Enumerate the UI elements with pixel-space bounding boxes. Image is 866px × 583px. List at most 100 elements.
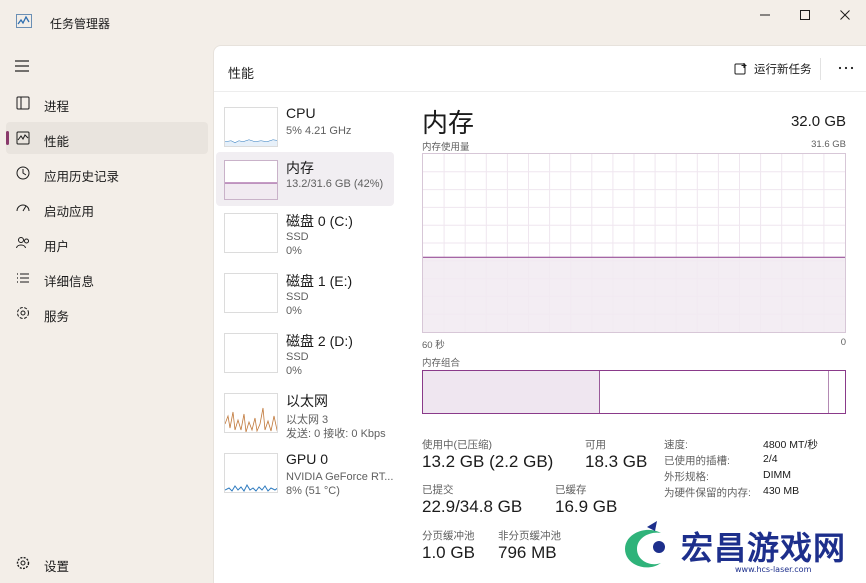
in-use-label: 使用中(已压缩)	[422, 439, 492, 451]
resource-name: 以太网	[286, 393, 328, 409]
usage-graph-label: 内存使用量	[422, 142, 470, 153]
performance-icon	[16, 131, 30, 145]
nav-item-startup[interactable]: 启动应用	[6, 192, 208, 224]
nav-item-processes[interactable]: 进程	[6, 87, 208, 119]
details-icon	[17, 273, 29, 283]
resource-item-memory[interactable]: 内存 13.2/31.6 GB (42%)	[216, 152, 394, 206]
spec-value-slots: 2/4	[763, 453, 778, 465]
window-title: 任务管理器	[50, 17, 111, 31]
composition-label: 内存组合	[422, 358, 461, 369]
resource-list: CPU 5% 4.21 GHz 内存 13.2/31.6 GB (42%) 磁盘…	[216, 93, 396, 583]
nav-label: 服务	[44, 310, 70, 324]
committed-value: 22.9/34.8 GB	[422, 497, 523, 516]
cached-label: 已缓存	[555, 484, 587, 496]
resource-name: 磁盘 2 (D:)	[286, 333, 353, 349]
resource-detail-2: 0%	[286, 245, 302, 257]
nonpaged-pool-value: 796 MB	[498, 543, 557, 562]
resource-detail: NVIDIA GeForce RT...	[286, 471, 394, 483]
main-panel: 性能 运行新任务 CPU 5% 4.21 GHz 内存 13.2/31.6 GB…	[213, 45, 866, 583]
run-task-icon	[734, 63, 747, 75]
nav-item-app-history[interactable]: 应用历史记录	[6, 157, 208, 189]
memory-detail-pane: 内存 32.0 GB 内存使用量 31.6 GB 60 秒 0 内存组合 使用中…	[410, 93, 866, 583]
disk-2-thumbnail-graph	[224, 333, 278, 373]
graph-time-left: 60 秒	[422, 340, 445, 351]
services-icon	[17, 307, 29, 319]
users-icon	[16, 237, 29, 249]
memory-usage-graph	[422, 153, 846, 333]
resource-detail-2: 8% (51 °C)	[286, 485, 340, 497]
resource-name: 磁盘 1 (E:)	[286, 273, 353, 289]
watermark-url: www.hcs-laser.com	[735, 565, 812, 574]
resource-detail-2: 0%	[286, 305, 302, 317]
resource-item-gpu-0[interactable]: GPU 0 NVIDIA GeForce RT... 8% (51 °C)	[216, 445, 394, 499]
resource-detail: 5% 4.21 GHz	[286, 125, 352, 137]
run-new-task-button[interactable]: 运行新任务	[734, 60, 812, 78]
header-divider	[820, 58, 821, 80]
resource-item-ethernet[interactable]: 以太网 以太网 3 发送: 0 接收: 0 Kbps	[216, 385, 394, 440]
spec-value-form-factor: DIMM	[763, 469, 791, 481]
nav-label: 用户	[44, 240, 70, 254]
minimize-icon	[760, 14, 770, 16]
close-icon	[840, 10, 850, 20]
task-manager-app-icon	[16, 14, 32, 28]
spec-value-hardware-reserved: 430 MB	[763, 485, 800, 497]
page-title: 性能	[228, 66, 255, 81]
resource-name: CPU	[286, 105, 316, 121]
startup-icon	[16, 204, 30, 212]
active-indicator	[6, 131, 9, 145]
nav-label: 应用历史记录	[44, 170, 120, 184]
resource-detail: SSD	[286, 351, 309, 363]
gpu-thumbnail-graph	[224, 453, 278, 493]
spec-value-speed: 4800 MT/秒	[763, 439, 818, 451]
nav-label: 启动应用	[44, 205, 95, 219]
processes-icon	[16, 96, 30, 110]
more-icon	[838, 66, 854, 70]
nav-label: 设置	[44, 560, 70, 574]
nav-label: 性能	[44, 135, 70, 149]
watermark: 宏昌游戏网 www.hcs-laser.com	[617, 519, 863, 579]
memory-composition-bar[interactable]	[422, 370, 846, 414]
composition-in-use	[423, 371, 601, 413]
usage-area	[423, 257, 845, 332]
available-value: 18.3 GB	[585, 452, 648, 471]
nav-item-settings[interactable]: 设置	[6, 547, 208, 579]
resource-item-disk-1[interactable]: 磁盘 1 (E:) SSD 0%	[216, 265, 394, 319]
composition-modified	[828, 371, 830, 413]
nav-item-services[interactable]: 服务	[6, 297, 208, 329]
spec-key-speed: 速度:	[664, 439, 688, 451]
resource-item-cpu[interactable]: CPU 5% 4.21 GHz	[216, 99, 394, 153]
panel-header: 性能 运行新任务	[214, 46, 866, 92]
memory-usage-chart	[423, 154, 845, 332]
resource-detail: SSD	[286, 291, 309, 303]
run-task-label: 运行新任务	[754, 64, 812, 76]
hamburger-menu-icon[interactable]	[12, 58, 34, 74]
nonpaged-pool-label: 非分页缓冲池	[498, 530, 561, 542]
nav-item-performance[interactable]: 性能	[6, 122, 208, 154]
ethernet-thumbnail-graph	[224, 393, 278, 433]
resource-item-disk-0[interactable]: 磁盘 0 (C:) SSD 0%	[216, 205, 394, 259]
nav-item-details[interactable]: 详细信息	[6, 262, 208, 294]
disk-0-thumbnail-graph	[224, 213, 278, 253]
close-button[interactable]	[822, 0, 866, 30]
nav-item-users[interactable]: 用户	[6, 227, 208, 259]
graph-time-right: 0	[840, 337, 846, 348]
resource-detail: 13.2/31.6 GB (42%)	[286, 178, 384, 190]
memory-thumbnail-graph	[224, 160, 278, 200]
maximize-icon	[800, 10, 810, 20]
cpu-thumbnail-graph	[224, 107, 278, 147]
nav-label: 详细信息	[44, 275, 95, 289]
resource-detail: SSD	[286, 231, 309, 243]
in-use-value: 13.2 GB (2.2 GB)	[422, 452, 554, 471]
watermark-logo-icon	[625, 521, 665, 568]
resource-item-disk-2[interactable]: 磁盘 2 (D:) SSD 0%	[216, 325, 394, 379]
paged-pool-value: 1.0 GB	[422, 543, 475, 562]
resource-name: 磁盘 0 (C:)	[286, 213, 353, 229]
nav-label: 进程	[44, 100, 70, 114]
more-options-button[interactable]	[834, 58, 858, 78]
spec-key-slots: 已使用的插槽:	[664, 455, 730, 467]
spec-key-hardware-reserved: 为硬件保留的内存:	[664, 487, 751, 499]
sidebar-nav: 进程 性能 应用历史记录 启动应用 用户 详细信息 服务 设置	[0, 44, 212, 583]
detail-title: 内存	[422, 108, 475, 138]
committed-label: 已提交	[422, 484, 454, 496]
paged-pool-label: 分页缓冲池	[422, 530, 475, 542]
